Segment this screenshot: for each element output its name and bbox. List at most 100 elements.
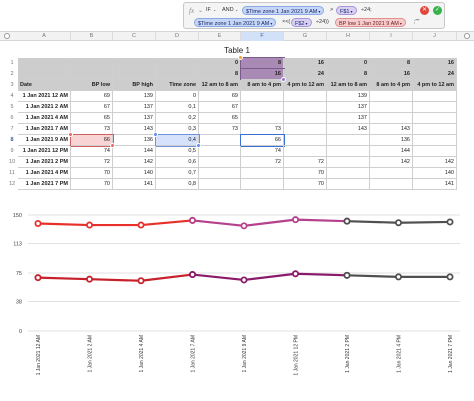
table-cell[interactable]: 0,3 xyxy=(156,124,199,135)
table-cell[interactable] xyxy=(284,146,327,157)
row-date-cell[interactable]: 1 Jan 2021 4 PM xyxy=(18,168,71,179)
table-cell[interactable]: 142 xyxy=(113,157,156,168)
header-cell-r3-c0[interactable]: Date xyxy=(18,80,71,91)
cancel-formula-button[interactable]: ✕ xyxy=(420,6,429,15)
table-cell[interactable]: 137 xyxy=(327,102,370,113)
table-cell[interactable]: 70 xyxy=(71,179,113,190)
table-cell[interactable] xyxy=(327,157,370,168)
table-cell[interactable] xyxy=(370,168,413,179)
if-chevron-icon[interactable]: ⌄ xyxy=(213,7,216,12)
table-cell[interactable] xyxy=(413,91,457,102)
tz-ref-handle-top-icon[interactable] xyxy=(153,132,158,137)
header-cell-r3-c5[interactable]: 8 am to 4 pm xyxy=(241,80,284,91)
header-cell-r2-c1[interactable] xyxy=(71,69,113,80)
table-cell[interactable]: 143 xyxy=(113,124,156,135)
row-number-10[interactable]: 10 xyxy=(8,157,16,168)
table-cell[interactable]: 140 xyxy=(413,168,457,179)
table-cell[interactable] xyxy=(413,135,457,146)
header-cell-r2-c8[interactable]: 16 xyxy=(370,69,413,80)
header-cell-r2-c3[interactable] xyxy=(156,69,199,80)
table-cell[interactable]: 69 xyxy=(71,91,113,102)
header-cell-r3-c1[interactable]: BP low xyxy=(71,80,113,91)
header-cell-r3-c9[interactable]: 4 pm to 12 am xyxy=(413,80,457,91)
table-cell[interactable]: 0,8 xyxy=(156,179,199,190)
table-cell[interactable]: 144 xyxy=(370,146,413,157)
header-cell-r1-c3[interactable] xyxy=(156,58,199,69)
token-bp-low[interactable]: BP low 1 Jan 2021 9 AM▾ xyxy=(335,18,406,27)
line-chart[interactable]: 0 38 75 113 150 1 Jan 2021 12 AM 1 Jan 2021 2 … xyxy=(0,207,474,401)
column-header-c[interactable]: C xyxy=(113,32,156,41)
table-cell[interactable] xyxy=(199,135,241,146)
table-cell[interactable]: 66 xyxy=(240,134,285,147)
column-header-d[interactable]: D xyxy=(156,32,199,41)
row-date-cell[interactable]: 1 Jan 2021 12 AM xyxy=(18,91,71,102)
table-cell[interactable]: 144 xyxy=(113,146,156,157)
table-cell[interactable] xyxy=(284,124,327,135)
table-cell[interactable]: 142 xyxy=(370,157,413,168)
table-cell[interactable] xyxy=(284,102,327,113)
row-number-3[interactable]: 3 xyxy=(8,80,16,91)
table-cell[interactable]: 72 xyxy=(284,157,327,168)
row-number-9[interactable]: 9 xyxy=(8,146,16,157)
table-cell[interactable]: 143 xyxy=(327,124,370,135)
table-cell[interactable]: 72 xyxy=(241,157,284,168)
table-cell[interactable] xyxy=(284,91,327,102)
table-cell[interactable] xyxy=(199,179,241,190)
table-cell[interactable]: 67 xyxy=(71,102,113,113)
table-cell[interactable]: 137 xyxy=(113,102,156,113)
row-number-11[interactable]: 11 xyxy=(8,168,16,179)
table-cell[interactable]: 143 xyxy=(370,124,413,135)
accept-formula-button[interactable]: ✓ xyxy=(433,6,442,15)
row-number-6[interactable]: 6 xyxy=(8,113,16,124)
table-cell[interactable]: 70 xyxy=(71,168,113,179)
header-cell-r1-c0[interactable] xyxy=(18,58,71,69)
table-cell[interactable]: 0,2 xyxy=(156,113,199,124)
table-cell[interactable]: 137 xyxy=(327,113,370,124)
table-cell[interactable]: 137 xyxy=(113,113,156,124)
header-cell-r1-c8[interactable]: 8 xyxy=(370,58,413,69)
function-icon[interactable]: fx xyxy=(189,7,194,15)
token-f2[interactable]: F$2▾ xyxy=(291,18,312,27)
table-cell[interactable] xyxy=(199,168,241,179)
table-cell[interactable]: 74 xyxy=(71,146,113,157)
token-f1[interactable]: F$1▾ xyxy=(336,6,357,15)
header-cell-r3-c3[interactable]: Time zone xyxy=(156,80,199,91)
table-cell[interactable] xyxy=(413,124,457,135)
and-chevron-icon[interactable]: ⌄ xyxy=(235,7,238,12)
row-number-8[interactable]: 8 xyxy=(8,135,16,146)
table-cell[interactable]: 0,5 xyxy=(156,146,199,157)
table-cell[interactable]: 65 xyxy=(199,113,241,124)
header-cell-r1-c4[interactable]: 0 xyxy=(199,58,241,69)
range-handle-top-left-icon[interactable] xyxy=(238,55,243,60)
row-number-1[interactable]: 1 xyxy=(8,58,16,69)
header-cell-r3-c8[interactable]: 8 am to 4 pm xyxy=(370,80,413,91)
range-handle-bottom-right-icon[interactable] xyxy=(281,77,286,82)
row-number-5[interactable]: 5 xyxy=(8,102,16,113)
row-date-cell[interactable]: 1 Jan 2021 2 PM xyxy=(18,157,71,168)
table-cell[interactable] xyxy=(241,179,284,190)
table-cell[interactable] xyxy=(370,102,413,113)
table-cell[interactable] xyxy=(370,91,413,102)
header-cell-r2-c6[interactable]: 24 xyxy=(284,69,327,80)
table-handle-left-icon[interactable] xyxy=(4,33,10,39)
table-handle-right-icon[interactable] xyxy=(464,33,470,39)
column-header-b[interactable]: B xyxy=(71,32,113,41)
header-cell-r3-c7[interactable]: 12 am to 8 am xyxy=(327,80,370,91)
table-cell[interactable] xyxy=(413,113,457,124)
table-cell[interactable]: 72 xyxy=(71,157,113,168)
table-cell[interactable]: 142 xyxy=(413,157,457,168)
header-cell-r1-c1[interactable] xyxy=(71,58,113,69)
column-header-i[interactable]: I xyxy=(370,32,413,41)
header-cell-r3-c6[interactable]: 4 pm to 12 am xyxy=(284,80,327,91)
table-cell[interactable]: 0,6 xyxy=(156,157,199,168)
row-date-cell[interactable]: 1 Jan 2021 12 PM xyxy=(18,146,71,157)
header-cell-r2-c5[interactable]: 16 xyxy=(240,68,285,81)
header-cell-r1-c7[interactable]: 0 xyxy=(327,58,370,69)
table-cell[interactable]: 136 xyxy=(370,135,413,146)
header-cell-r1-c2[interactable] xyxy=(113,58,156,69)
header-cell-r1-c5[interactable]: 8 xyxy=(240,57,285,70)
table-cell[interactable] xyxy=(241,102,284,113)
table-cell[interactable]: 74 xyxy=(241,146,284,157)
row-number-4[interactable]: 4 xyxy=(8,91,16,102)
table-cell[interactable] xyxy=(327,146,370,157)
